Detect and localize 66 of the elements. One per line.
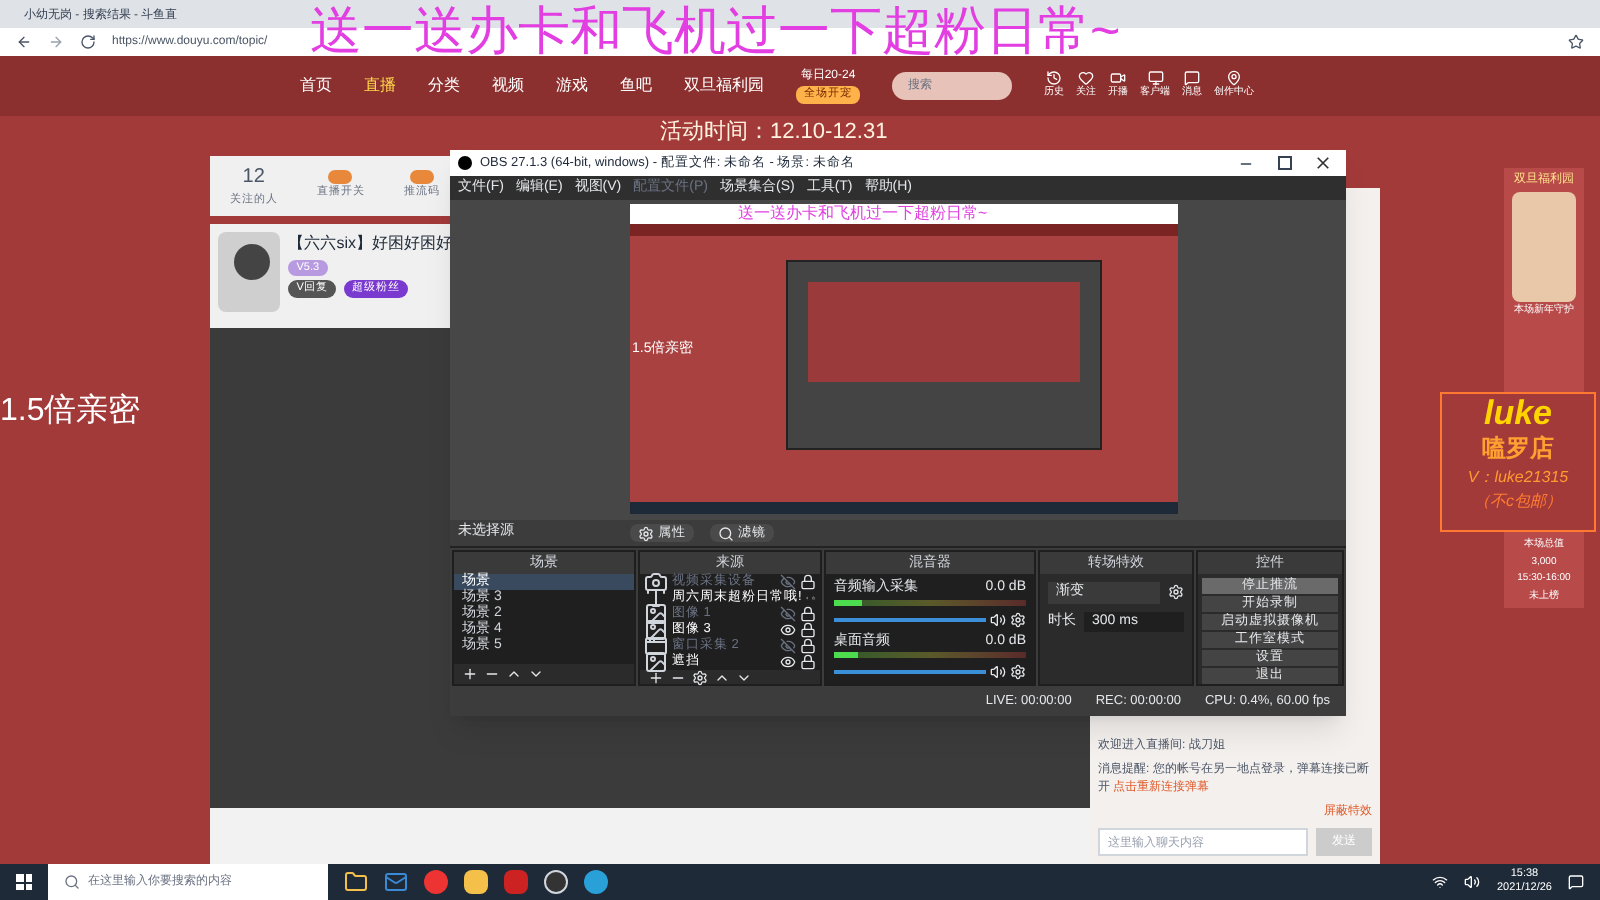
overlay-title: 送一送办卡和飞机过一下超粉日常~ (310, 0, 1121, 60)
maximize-icon[interactable] (1278, 156, 1292, 170)
stat-icon (410, 170, 435, 185)
close-icon[interactable] (1316, 156, 1330, 170)
eye-off-icon[interactable] (780, 606, 796, 622)
overlay-title: 送一送办卡和飞机过一下超粉日常~ (738, 206, 988, 222)
sign-shop: 嗑罗店 (1482, 432, 1554, 466)
camera-icon (644, 570, 668, 594)
settings-icon[interactable] (1168, 584, 1184, 601)
room-title: 【六六six】好困好困好 (288, 232, 452, 256)
nav-link[interactable]: 鱼吧 (620, 74, 652, 98)
speaker-icon[interactable] (990, 611, 1006, 627)
window-icon (644, 634, 668, 658)
settings-icon[interactable] (1010, 611, 1026, 627)
sign-name: luke (1483, 396, 1553, 430)
text-icon (644, 586, 668, 610)
image-icon (644, 650, 668, 674)
eye-off-icon[interactable] (780, 638, 796, 654)
mail-icon[interactable] (384, 870, 408, 894)
character-figure (1512, 192, 1576, 303)
up-icon[interactable] (714, 670, 730, 686)
nav-link[interactable]: 游戏 (556, 74, 588, 98)
add-icon[interactable] (648, 670, 664, 686)
nav-link[interactable]: 直播 (364, 74, 396, 98)
app-icon[interactable] (544, 870, 568, 894)
app-icon[interactable] (464, 870, 488, 894)
nav-icon[interactable] (1110, 70, 1126, 87)
folder-icon[interactable] (344, 870, 368, 894)
gear-icon (638, 525, 654, 541)
stat-value: 12 (242, 164, 265, 193)
nav-icon[interactable] (1184, 70, 1200, 87)
nav-link[interactable]: 首页 (300, 74, 332, 98)
search-icon (64, 874, 80, 890)
nav-link[interactable]: 分类 (428, 74, 460, 98)
filter-icon (718, 525, 734, 541)
reload-icon[interactable] (80, 34, 96, 50)
nav-link[interactable]: 视频 (492, 74, 524, 98)
back-icon[interactable] (16, 34, 32, 50)
nav-icon[interactable] (1147, 70, 1163, 87)
caption: 1.5倍亲密 (0, 391, 141, 432)
nav-icon[interactable] (1078, 70, 1094, 87)
nav-icon[interactable] (1046, 70, 1062, 87)
app-icon[interactable] (584, 870, 608, 894)
down-icon[interactable] (528, 666, 544, 682)
stat-icon (328, 170, 353, 185)
start-icon[interactable] (16, 874, 32, 890)
speaker-icon[interactable] (990, 664, 1006, 680)
nav-icon[interactable] (1226, 70, 1242, 87)
add-icon[interactable] (462, 666, 478, 682)
down-icon[interactable] (736, 670, 752, 686)
settings-icon[interactable] (1010, 664, 1026, 680)
settings-icon[interactable] (692, 670, 708, 686)
network-icon[interactable] (1432, 874, 1449, 890)
avatar (218, 232, 281, 312)
eye-off-icon[interactable] (780, 574, 796, 590)
activity-time: 活动时间：12.10-12.31 (660, 118, 888, 148)
nav-link[interactable]: 双旦福利园 (684, 74, 764, 98)
image-icon (644, 602, 668, 626)
app-logo-icon (458, 156, 472, 170)
sign-contact: V：luke21315 (1467, 466, 1569, 490)
star-icon[interactable] (1568, 34, 1584, 50)
speaker-icon[interactable] (1464, 874, 1481, 890)
up-icon[interactable] (506, 666, 522, 682)
sign-note: （不c包邮） (1474, 490, 1562, 514)
image-icon (644, 618, 668, 642)
notification-icon[interactable] (1568, 874, 1584, 890)
